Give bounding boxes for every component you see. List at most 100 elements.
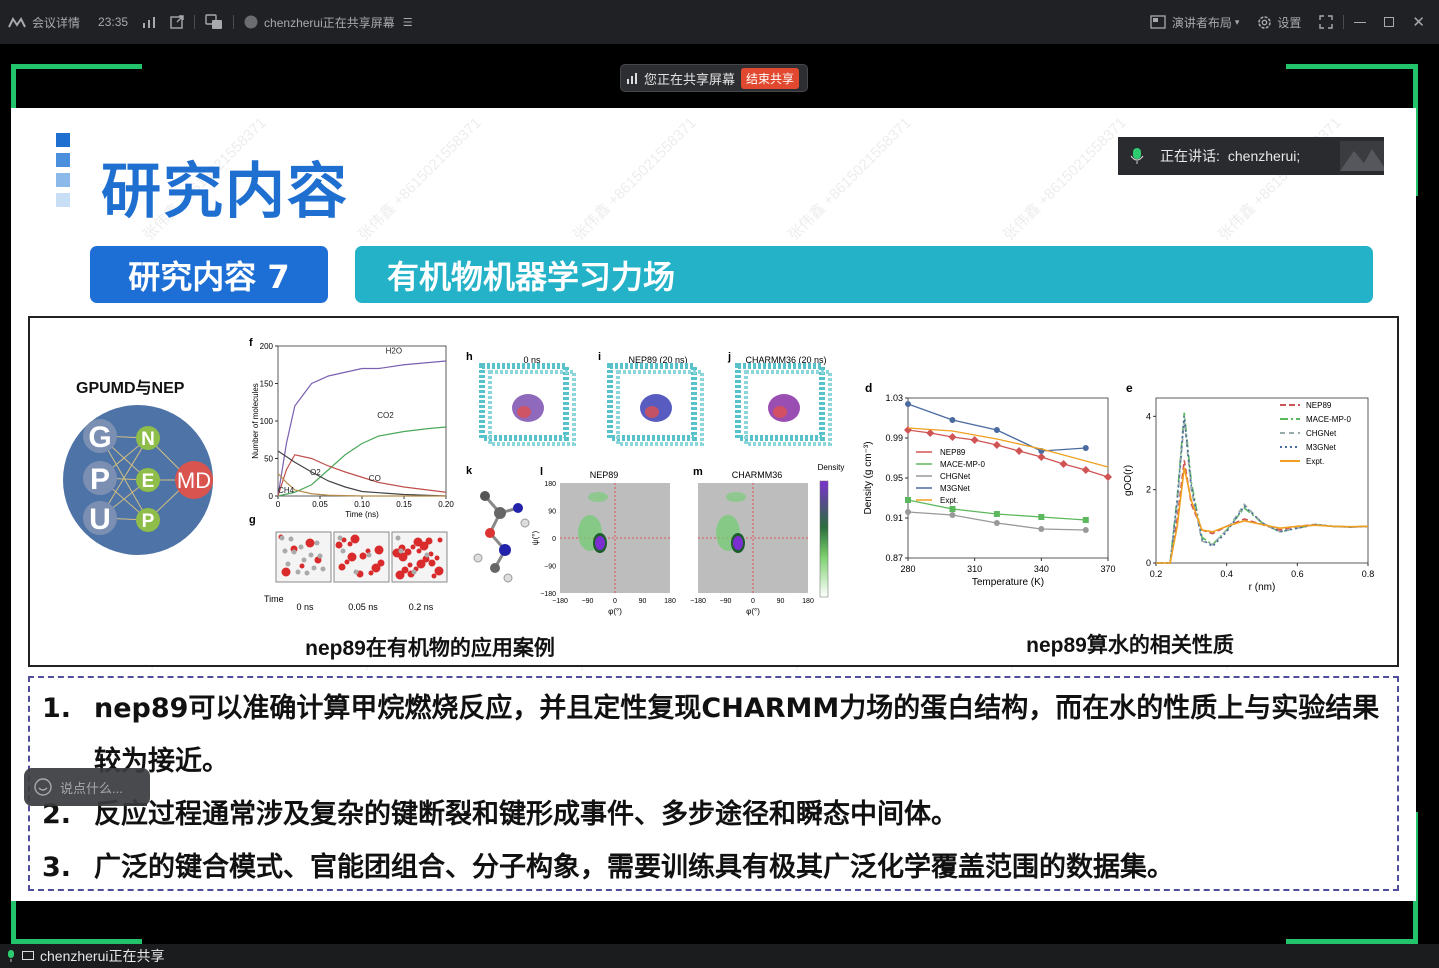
signal-icon[interactable]	[142, 16, 156, 28]
y-axis-label: gOO(r)	[1123, 465, 1134, 496]
data-point	[905, 401, 911, 407]
watermark-text: 张伟鑫 +8615021558371	[355, 114, 485, 245]
watermark-text: 张伟鑫 +8615021558371	[570, 114, 700, 245]
panel-label-d: d	[865, 381, 872, 395]
data-point	[1082, 527, 1089, 533]
speaker-thumbnail	[1340, 141, 1384, 171]
popout-icon[interactable]	[170, 15, 184, 29]
end-sharing-button[interactable]: 结束共享	[741, 67, 800, 89]
y-tick-label: 4	[1146, 411, 1151, 421]
app-logo-icon	[8, 17, 26, 28]
molecule-dot	[434, 566, 444, 576]
y-tick-label: 100	[260, 417, 274, 426]
logo-letter-g: G	[88, 421, 111, 454]
sharing-status-label: 您正在共享屏幕	[644, 71, 736, 87]
y-tick-label: 150	[260, 380, 274, 389]
rama-density	[726, 492, 746, 502]
molecule-dot	[404, 548, 412, 556]
series-label: CO2	[377, 411, 394, 420]
panel-label-i: i	[598, 351, 601, 363]
meeting-toolbar: 会议详情 23:35 chenzherui正在共享屏幕 ☰ 演讲者布局 ▾ 设置…	[0, 0, 1439, 44]
series-label: O2	[310, 468, 321, 477]
density-colorbar	[819, 480, 829, 598]
section-topic-banner: 有机物机器学习力场	[355, 246, 1373, 303]
panel-label-k: k	[466, 465, 473, 477]
settings-button[interactable]: 设置	[1277, 14, 1301, 31]
list-icon[interactable]: ☰	[403, 16, 413, 29]
legend-entry: M3GNet	[940, 484, 971, 493]
molecule-dot	[425, 537, 433, 545]
molecule-dot	[424, 552, 430, 558]
logo-md: MD	[177, 468, 211, 493]
molecule-dot	[338, 563, 346, 571]
molecule-dot	[428, 559, 436, 567]
slide-title: 研究内容	[101, 157, 349, 227]
data-point	[949, 512, 956, 518]
molecule-dot	[410, 544, 416, 550]
ramachandran-charmm36: −180 −90 0 90 180 φ(°)	[690, 483, 814, 616]
dipeptide-structure: k	[466, 465, 530, 583]
molecule-dot	[281, 567, 291, 577]
x-axis-label: Temperature (K)	[972, 577, 1044, 588]
rama-density	[595, 536, 605, 550]
x-axis-label: r (nm)	[1249, 582, 1276, 593]
molecule-dot	[304, 570, 310, 576]
x-tick-label: 370	[1100, 564, 1115, 574]
x-tick-label: 0.10	[354, 500, 370, 509]
data-point	[1038, 526, 1045, 532]
molecule-dot	[311, 565, 317, 571]
watermark-text: 张伟鑫 +8615021558371	[1215, 114, 1345, 245]
panel-label-h: h	[466, 351, 473, 363]
molecule-dot	[347, 552, 357, 562]
gpumd-nep-logo: G P U N E P MD	[63, 405, 213, 555]
fullscreen-icon[interactable]	[1319, 15, 1334, 29]
chevron-down-icon[interactable]: ▾	[1235, 17, 1240, 28]
data-point	[1082, 517, 1089, 523]
protein-blob	[773, 406, 787, 418]
translate-icon[interactable]	[205, 14, 223, 30]
y-tick-label: 200	[260, 342, 274, 351]
gear-icon[interactable]	[1257, 15, 1272, 30]
legend-entry: CHGNet	[940, 472, 971, 481]
rama-x-tick: 0	[751, 598, 755, 605]
title-accent-bars	[56, 133, 70, 213]
active-speaker-indicator: 正在讲话: chenzherui;	[1118, 137, 1384, 175]
legend-entry: NEP89	[1306, 401, 1332, 410]
presentation-slide: 张伟鑫 +8615021558371 张伟鑫 +8615021558371 张伟鑫 …	[11, 108, 1416, 901]
meeting-details-label: 会议详情	[32, 15, 81, 30]
logo-letter-n: N	[141, 429, 155, 450]
toolbar-divider	[233, 15, 235, 29]
ramachandran-nep89: −180 −90 0 90 180 180 90 0 −90 −180 φ(°) ψ(°)	[531, 481, 676, 616]
presenter-layout-button[interactable]: 演讲者布局	[1172, 14, 1232, 31]
x-tick-label: 0.20	[438, 500, 454, 509]
rama-x-tick: 90	[639, 598, 647, 605]
close-icon[interactable]: ✕	[1412, 13, 1425, 31]
protein-snapshots: h i j 0 ns NEP89 (20 ns) CHARMM36 (20 ns…	[466, 351, 832, 446]
l-title: NEP89	[590, 470, 619, 480]
chat-placeholder: 说点什么...	[60, 780, 123, 796]
logo-letter-p: P	[90, 463, 110, 496]
molecule-dot	[350, 534, 360, 544]
minimize-icon[interactable]	[1354, 21, 1367, 23]
molecule-dot	[407, 562, 413, 568]
emoji-icon[interactable]	[34, 778, 52, 796]
legend-entry: M3GNet	[1306, 443, 1337, 452]
chat-input[interactable]: 说点什么...	[24, 768, 150, 806]
g-time-label: Time	[264, 594, 284, 604]
meeting-details-button[interactable]: 会议详情	[0, 0, 80, 44]
signal-icon	[627, 72, 637, 84]
rama-y-tick: 180	[544, 481, 556, 488]
y-tick-label: 0.95	[885, 473, 903, 483]
legend-entry: MACE-MP-0	[1306, 415, 1351, 424]
layout-icon[interactable]	[1150, 15, 1166, 29]
legend-entry: CHGNet	[1306, 429, 1337, 438]
y-tick-label: 50	[264, 455, 273, 464]
data-point	[905, 497, 911, 503]
maximize-icon[interactable]	[1384, 17, 1395, 27]
y-tick-label: 0.91	[885, 513, 903, 523]
logo-letter-p2: P	[142, 511, 155, 532]
toolbar-divider	[1343, 15, 1345, 29]
x-tick-label: 280	[900, 564, 915, 574]
molecule-dot	[337, 535, 343, 541]
microphone-icon	[8, 950, 14, 962]
